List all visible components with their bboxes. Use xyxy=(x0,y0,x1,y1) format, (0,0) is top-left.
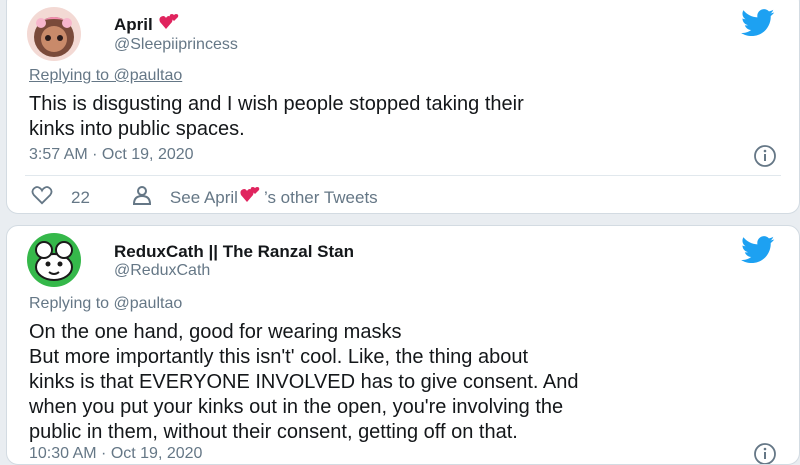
tweet-text: On the one hand, good for wearing masks … xyxy=(29,321,579,443)
see-other-tweets-suffix: ’s other Tweets xyxy=(263,187,378,207)
replying-to-link[interactable]: @paultao xyxy=(114,67,183,84)
replying-to: Replying to @paultao xyxy=(29,67,182,85)
timestamp[interactable]: 10:30 AM · Oct 19, 2020 xyxy=(29,445,202,463)
see-other-tweets-link[interactable]: See April ’s other Tweets xyxy=(170,186,378,209)
twitter-bird-icon[interactable] xyxy=(741,236,775,264)
tweet-card-april[interactable]: April @Sleepiiprincess Replying to @paul… xyxy=(6,0,800,214)
tweet-actions: 22 See April ’s other Tweets xyxy=(31,185,378,210)
user-handle[interactable]: @Sleepiiprincess xyxy=(114,36,238,54)
person-icon[interactable] xyxy=(132,185,152,210)
heart-outline-icon[interactable] xyxy=(31,185,53,210)
info-icon[interactable] xyxy=(753,144,777,168)
avatar[interactable] xyxy=(27,233,81,287)
replying-to-label: Replying to xyxy=(29,67,114,84)
tweet-text: This is disgusting and I wish people sto… xyxy=(29,93,524,140)
user-handle[interactable]: @ReduxCath xyxy=(114,262,210,280)
avatar[interactable] xyxy=(27,7,81,61)
two-hearts-emoji-icon xyxy=(240,186,262,209)
divider xyxy=(25,175,781,176)
replying-to-link[interactable]: @paultao xyxy=(114,295,183,312)
twitter-bird-icon[interactable] xyxy=(741,9,775,37)
timestamp[interactable]: 3:57 AM · Oct 19, 2020 xyxy=(29,146,194,164)
see-other-tweets-prefix: See April xyxy=(169,187,238,207)
display-name-row[interactable]: ReduxCath || The Ranzal Stan xyxy=(114,242,354,262)
replying-to: Replying to @paultao xyxy=(29,295,182,313)
display-name[interactable]: ReduxCath || The Ranzal Stan xyxy=(114,242,354,262)
display-name-row[interactable]: April xyxy=(114,13,181,36)
info-icon[interactable] xyxy=(753,442,777,464)
tweet-card-reduxcath[interactable]: ReduxCath || The Ranzal Stan @ReduxCath … xyxy=(6,225,800,465)
replying-to-label: Replying to xyxy=(29,295,114,312)
like-count[interactable]: 22 xyxy=(71,188,90,208)
two-hearts-emoji-icon xyxy=(159,13,181,36)
display-name[interactable]: April xyxy=(114,15,153,35)
